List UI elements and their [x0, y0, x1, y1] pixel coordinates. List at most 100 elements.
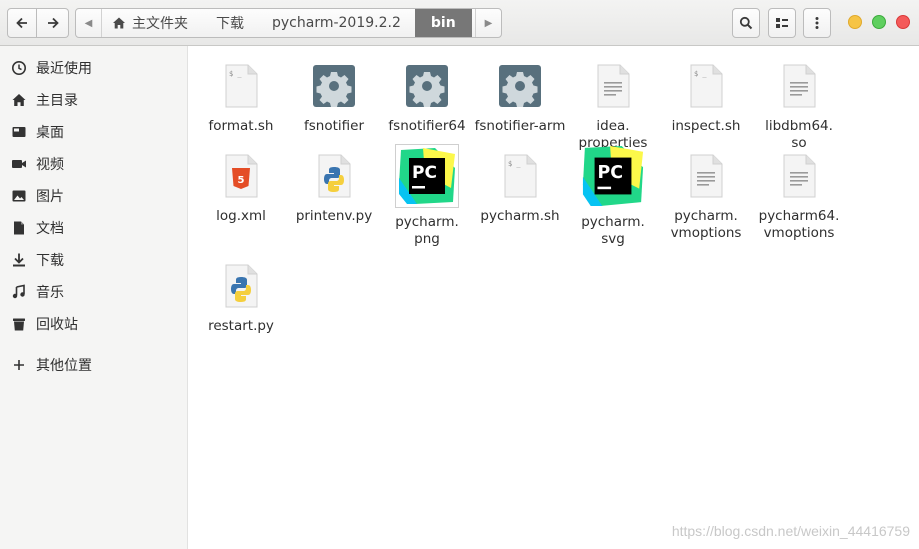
- html-file-icon: 5: [209, 144, 273, 208]
- path-bar: ◀ 主文件夹 下载 pycharm-2019.2.2 bin ▶: [75, 8, 502, 38]
- executable-icon: [488, 54, 552, 118]
- shell-script-icon: $ _: [674, 54, 738, 118]
- menu-button[interactable]: [803, 8, 831, 38]
- file-name: restart.py: [208, 318, 274, 334]
- file-item[interactable]: fsnotifier64: [378, 54, 476, 135]
- breadcrumb-downloads[interactable]: 下载: [202, 9, 258, 37]
- sidebar-item-other-locations[interactable]: 其他位置: [0, 349, 187, 381]
- search-button[interactable]: [732, 8, 760, 38]
- svg-text:$ _: $ _: [694, 70, 707, 78]
- watermark: https://blog.csdn.net/weixin_44416759: [671, 523, 910, 539]
- minimize-button[interactable]: [848, 15, 862, 29]
- file-name: pycharm.sh: [480, 208, 560, 224]
- breadcrumb-home[interactable]: 主文件夹: [102, 9, 202, 37]
- svg-text:$ _: $ _: [229, 70, 242, 78]
- header-bar: ◀ 主文件夹 下载 pycharm-2019.2.2 bin ▶: [0, 0, 919, 46]
- sidebar-item-recent[interactable]: 最近使用: [0, 52, 187, 84]
- path-scroll-left-button[interactable]: ◀: [76, 9, 102, 37]
- sidebar-item-label: 桌面: [36, 125, 64, 141]
- sidebar-item-label: 最近使用: [36, 61, 92, 77]
- file-item[interactable]: $ _ format.sh: [192, 54, 290, 135]
- plus-icon: [10, 356, 28, 374]
- file-item[interactable]: $ _ inspect.sh: [657, 54, 755, 135]
- close-button[interactable]: [896, 15, 910, 29]
- file-name: pycharm64. vmoptions: [758, 208, 840, 241]
- home-icon: [10, 91, 28, 109]
- file-name: inspect.sh: [671, 118, 741, 134]
- file-name: printenv.py: [295, 208, 373, 224]
- file-item[interactable]: PC pycharm. png: [378, 144, 476, 248]
- breadcrumb-label: 主文件夹: [132, 16, 188, 32]
- file-grid: $ _ format.sh fsnotifier fsnotifier64 fsnoti…: [189, 46, 919, 549]
- file-item[interactable]: 5 log.xml: [192, 144, 290, 225]
- kebab-menu-icon: [815, 17, 819, 29]
- file-item[interactable]: idea. properties: [564, 54, 662, 152]
- forward-button[interactable]: [37, 8, 69, 38]
- executable-icon: [302, 54, 366, 118]
- back-button[interactable]: [7, 8, 37, 38]
- sidebar-item-videos[interactable]: 视频: [0, 148, 187, 180]
- download-icon: [10, 251, 28, 269]
- python-file-icon: [302, 144, 366, 208]
- text-file-icon: [767, 54, 831, 118]
- file-name: pycharm. vmoptions: [670, 208, 742, 241]
- maximize-button[interactable]: [872, 15, 886, 29]
- pycharm-svg-icon: PC: [581, 144, 645, 208]
- sidebar-item-pictures[interactable]: 图片: [0, 180, 187, 212]
- trash-icon: [10, 315, 28, 333]
- svg-text:$ _: $ _: [508, 160, 521, 168]
- file-item[interactable]: pycharm. vmoptions: [657, 144, 755, 242]
- executable-icon: [395, 54, 459, 118]
- breadcrumb-pycharm[interactable]: pycharm-2019.2.2: [258, 9, 415, 37]
- file-name: format.sh: [208, 118, 274, 134]
- file-name: fsnotifier64: [388, 118, 466, 134]
- breadcrumb-bin[interactable]: bin: [414, 9, 472, 37]
- sidebar-separator: [0, 340, 187, 349]
- sidebar-item-label: 视频: [36, 157, 64, 173]
- file-item[interactable]: fsnotifier: [285, 54, 383, 135]
- file-item[interactable]: PC pycharm. svg: [564, 144, 662, 248]
- home-icon: [113, 17, 125, 29]
- clock-icon: [10, 59, 28, 77]
- text-file-icon: [581, 54, 645, 118]
- file-item[interactable]: fsnotifier-arm: [471, 54, 569, 135]
- search-icon: [739, 16, 753, 30]
- python-file-icon: [209, 254, 273, 318]
- view-options-button[interactable]: [768, 8, 796, 38]
- shell-script-icon: $ _: [209, 54, 273, 118]
- sidebar-item-trash[interactable]: 回收站: [0, 308, 187, 340]
- sidebar-item-label: 音乐: [36, 285, 64, 301]
- pycharm-image-icon: PC: [395, 144, 459, 208]
- sidebar-item-documents[interactable]: 文档: [0, 212, 187, 244]
- svg-text:PC: PC: [412, 163, 437, 183]
- sidebar-item-desktop[interactable]: 桌面: [0, 116, 187, 148]
- list-view-icon: [776, 18, 788, 28]
- text-file-icon: [767, 144, 831, 208]
- path-scroll-right-button[interactable]: ▶: [475, 9, 501, 37]
- file-name: pycharm. png: [395, 214, 459, 247]
- file-name: fsnotifier: [303, 118, 364, 134]
- file-item[interactable]: $ _ pycharm.sh: [471, 144, 569, 225]
- file-name: log.xml: [216, 208, 266, 224]
- document-icon: [10, 219, 28, 237]
- shell-script-icon: $ _: [488, 144, 552, 208]
- sidebar-item-label: 其他位置: [36, 358, 92, 374]
- file-name: fsnotifier-arm: [474, 118, 566, 134]
- file-name: pycharm. svg: [581, 214, 645, 247]
- picture-icon: [10, 187, 28, 205]
- video-icon: [10, 155, 28, 173]
- sidebar-item-label: 图片: [36, 189, 64, 205]
- sidebar-item-home[interactable]: 主目录: [0, 84, 187, 116]
- file-item[interactable]: pycharm64. vmoptions: [750, 144, 848, 242]
- sidebar-item-label: 主目录: [36, 93, 78, 109]
- sidebar-item-music[interactable]: 音乐: [0, 276, 187, 308]
- sidebar-item-label: 文档: [36, 221, 64, 237]
- arrow-right-icon: [47, 17, 59, 29]
- svg-text:PC: PC: [597, 163, 623, 183]
- file-item[interactable]: libdbm64. so: [750, 54, 848, 152]
- sidebar: 最近使用 主目录 桌面 视频 图片 文档 下载 音乐 回收站 其他位置: [0, 46, 188, 549]
- file-item[interactable]: printenv.py: [285, 144, 383, 225]
- file-item[interactable]: restart.py: [192, 254, 290, 335]
- desktop-icon: [10, 123, 28, 141]
- sidebar-item-downloads[interactable]: 下载: [0, 244, 187, 276]
